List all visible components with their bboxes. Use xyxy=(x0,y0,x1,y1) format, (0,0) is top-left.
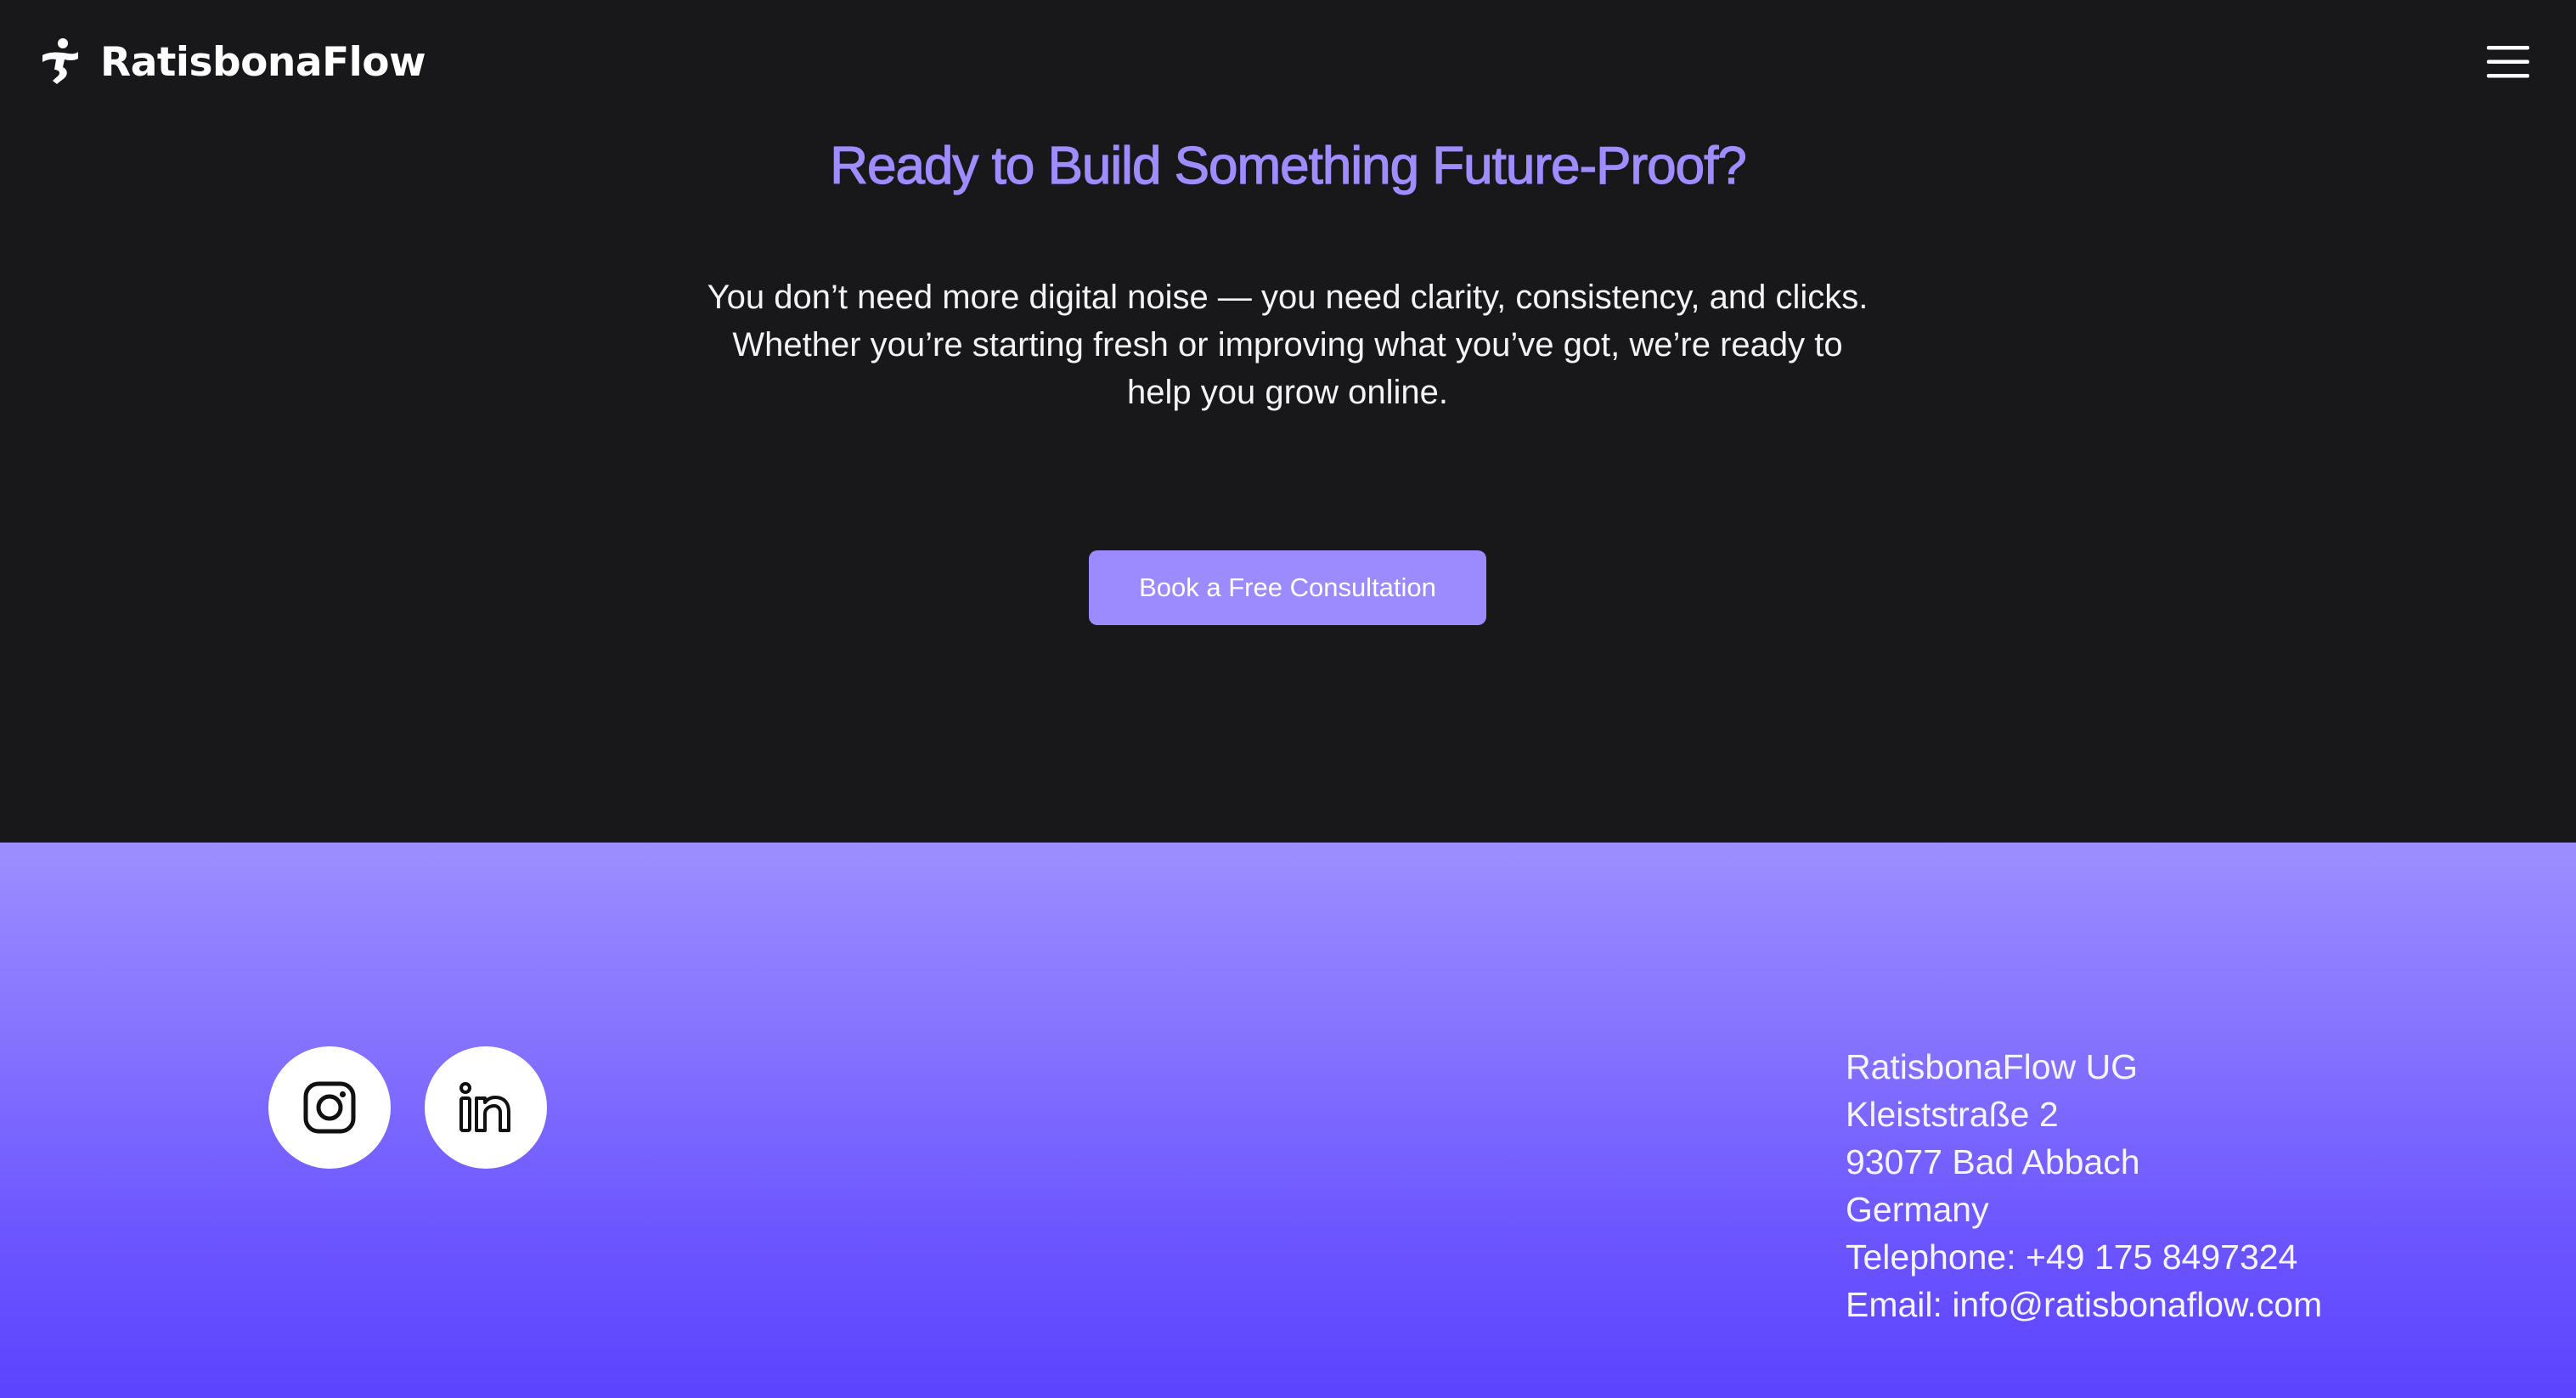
brand-name: RatisbonaFlow xyxy=(100,38,426,86)
company-name: RatisbonaFlow UG xyxy=(1846,1047,2139,1086)
header: RatisbonaFlow xyxy=(0,0,2576,127)
instagram-link[interactable] xyxy=(268,1046,391,1169)
street-address: Kleiststraße 2 xyxy=(1846,1095,2059,1134)
linkedin-icon xyxy=(459,1082,510,1132)
hamburger-menu-icon xyxy=(2487,46,2529,78)
email-link[interactable]: info@ratisbonaflow.com xyxy=(1952,1285,2322,1324)
cta-description: You don’t need more digital noise — you … xyxy=(693,273,1882,416)
email-label: Email: xyxy=(1846,1285,1953,1324)
instagram-icon xyxy=(303,1081,356,1134)
brand-home-link[interactable]: RatisbonaFlow xyxy=(37,31,426,93)
email-line: Email: info@ratisbonaflow.com xyxy=(1846,1281,2322,1328)
cta-description-line: help you grow online. xyxy=(1126,374,1449,411)
cta-description-line: You don’t need more digital noise — you … xyxy=(707,279,1869,316)
telephone: Telephone: +49 175 8497324 xyxy=(1846,1237,2298,1277)
cta-title: Ready to Build Something Future-Proof? xyxy=(830,136,1748,195)
linkedin-link[interactable] xyxy=(425,1046,547,1169)
company-address: RatisbonaFlow UG Kleiststraße 2 93077 Ba… xyxy=(1846,1043,2322,1328)
page: Ready to Build Something Future-Proof? Y… xyxy=(0,0,2576,1398)
social-links xyxy=(268,1046,547,1169)
figure-flow-logo-icon xyxy=(42,38,78,84)
footer: RatisbonaFlow UG Kleiststraße 2 93077 Ba… xyxy=(0,843,2576,1398)
country: Germany xyxy=(1846,1190,1989,1229)
cta-description-line: Whether you’re starting fresh or improvi… xyxy=(732,326,1843,364)
book-consultation-button[interactable]: Book a Free Consultation xyxy=(1089,550,1486,625)
hamburger-menu-button[interactable] xyxy=(2483,37,2533,87)
city-address: 93077 Bad Abbach xyxy=(1846,1142,2140,1181)
